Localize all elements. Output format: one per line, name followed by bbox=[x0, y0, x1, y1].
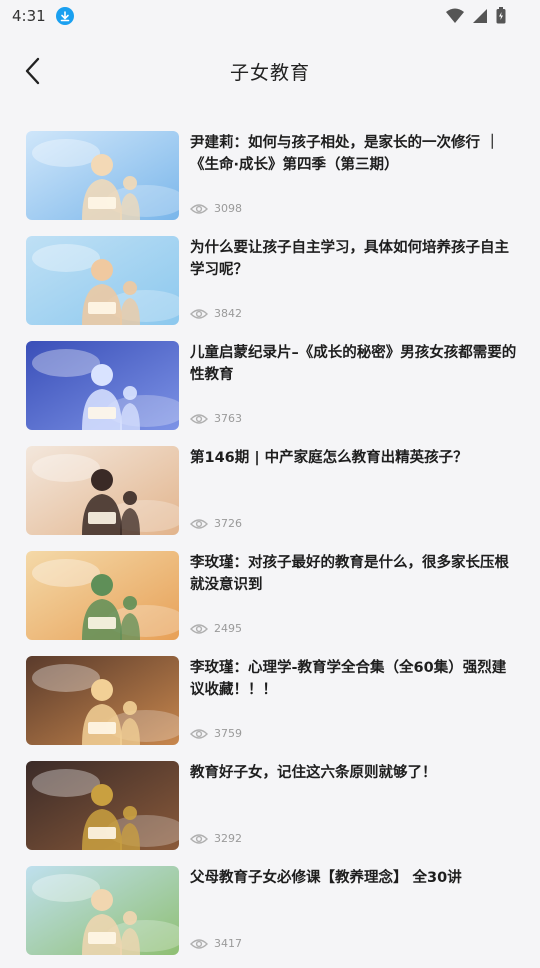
page-title: 子女教育 bbox=[229, 62, 310, 84]
article-title[interactable]: 李玫瑾：对孩子最好的教育是什么，很多家长压根就没意识到 bbox=[190, 552, 520, 596]
header: 子女教育 bbox=[0, 48, 540, 94]
article-title[interactable]: 儿童启蒙纪录片–《成长的秘密》男孩女孩都需要的性教育 bbox=[190, 342, 520, 386]
eye-icon bbox=[190, 203, 208, 214]
list-item[interactable]: 尹建莉：如何与孩子相处，是家长的一次修行 ｜《生命·成长》第四季（第三期） 309… bbox=[0, 128, 540, 233]
view-count: 3763 bbox=[214, 412, 242, 425]
eye-icon bbox=[190, 623, 208, 634]
article-thumbnail[interactable] bbox=[26, 761, 179, 850]
view-count: 3292 bbox=[214, 832, 242, 845]
view-count: 3759 bbox=[214, 727, 242, 740]
list-item[interactable]: 李玫瑾：心理学-教育学全合集（全60集）强烈建议收藏！！！ 3759 bbox=[0, 653, 540, 758]
view-stats: 3842 bbox=[190, 307, 242, 320]
article-title[interactable]: 第146期 | 中产家庭怎么教育出精英孩子？ bbox=[190, 447, 520, 469]
list-item[interactable]: 父母教育子女必修课【教养理念】 全30讲 3417 bbox=[0, 863, 540, 968]
eye-icon bbox=[190, 728, 208, 739]
view-count: 3726 bbox=[214, 517, 242, 530]
download-icon bbox=[55, 7, 74, 25]
article-thumbnail[interactable] bbox=[26, 446, 179, 535]
article-title[interactable]: 父母教育子女必修课【教养理念】 全30讲 bbox=[190, 867, 520, 889]
article-thumbnail[interactable] bbox=[26, 236, 179, 325]
article-thumbnail[interactable] bbox=[26, 656, 179, 745]
list-item[interactable]: 李玫瑾：对孩子最好的教育是什么，很多家长压根就没意识到 2495 bbox=[0, 548, 540, 653]
view-stats: 3759 bbox=[190, 727, 242, 740]
view-stats: 3098 bbox=[190, 202, 242, 215]
list-item[interactable]: 教育好子女，记住这六条原则就够了！ 3292 bbox=[0, 758, 540, 863]
view-count: 2495 bbox=[214, 622, 242, 635]
view-stats: 2495 bbox=[190, 622, 242, 635]
list-item[interactable]: 第146期 | 中产家庭怎么教育出精英孩子？ 3726 bbox=[0, 443, 540, 548]
view-count: 3098 bbox=[214, 202, 242, 215]
list-item[interactable]: 为什么要让孩子自主学习，具体如何培养孩子自主学习呢？ 3842 bbox=[0, 233, 540, 338]
status-bar: 4:31 bbox=[0, 0, 540, 32]
signal-icon bbox=[473, 8, 487, 23]
article-title[interactable]: 李玫瑾：心理学-教育学全合集（全60集）强烈建议收藏！！！ bbox=[190, 657, 520, 701]
view-count: 3842 bbox=[214, 307, 242, 320]
article-title[interactable]: 为什么要让孩子自主学习，具体如何培养孩子自主学习呢？ bbox=[190, 237, 520, 281]
article-title[interactable]: 尹建莉：如何与孩子相处，是家长的一次修行 ｜《生命·成长》第四季（第三期） bbox=[190, 132, 520, 176]
view-stats: 3292 bbox=[190, 832, 242, 845]
article-thumbnail[interactable] bbox=[26, 866, 179, 955]
view-stats: 3763 bbox=[190, 412, 242, 425]
eye-icon bbox=[190, 518, 208, 529]
view-stats: 3726 bbox=[190, 517, 242, 530]
article-thumbnail[interactable] bbox=[26, 131, 179, 220]
view-count: 3417 bbox=[214, 937, 242, 950]
battery-icon bbox=[496, 7, 506, 24]
article-thumbnail[interactable] bbox=[26, 551, 179, 640]
eye-icon bbox=[190, 413, 208, 424]
eye-icon bbox=[190, 938, 208, 949]
status-time: 4:31 bbox=[12, 7, 46, 25]
article-thumbnail[interactable] bbox=[26, 341, 179, 430]
eye-icon bbox=[190, 833, 208, 844]
view-stats: 3417 bbox=[190, 937, 242, 950]
article-title[interactable]: 教育好子女，记住这六条原则就够了！ bbox=[190, 762, 520, 784]
list-item[interactable]: 儿童启蒙纪录片–《成长的秘密》男孩女孩都需要的性教育 3763 bbox=[0, 338, 540, 443]
article-list: 尹建莉：如何与孩子相处，是家长的一次修行 ｜《生命·成长》第四季（第三期） 309… bbox=[0, 128, 540, 968]
wifi-icon bbox=[446, 8, 464, 23]
eye-icon bbox=[190, 308, 208, 319]
